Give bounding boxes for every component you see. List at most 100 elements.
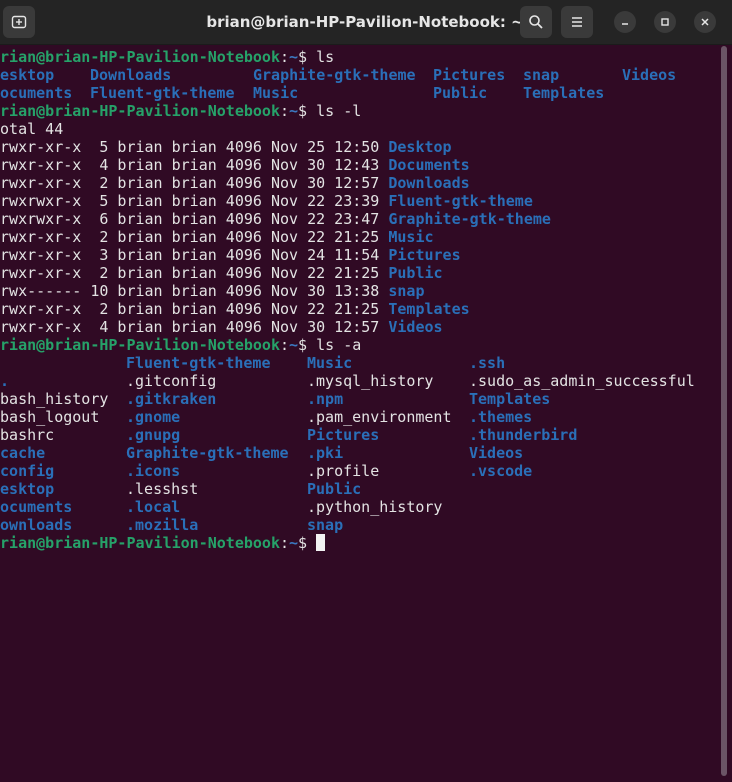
- file-entry: .gnome: [126, 408, 181, 426]
- menu-icon: [572, 17, 582, 27]
- file-entry: Fluent-gtk-theme: [90, 84, 235, 102]
- file-entry: .npm: [307, 390, 344, 408]
- command-text: ls: [316, 48, 335, 66]
- file-entry: Templates: [469, 390, 551, 408]
- maximize-icon: [661, 18, 669, 26]
- file-entry: .config: [0, 462, 55, 480]
- file-entry: .mysql_history: [307, 372, 434, 390]
- prompt-user: brian@brian-HP-Pavilion-Notebook: [0, 102, 280, 120]
- command-text: ls -a: [316, 336, 362, 354]
- new-tab-button[interactable]: [3, 6, 35, 38]
- file-entry: snap: [523, 66, 560, 84]
- prompt-path: ~: [289, 534, 299, 552]
- prompt-path: ~: [289, 336, 299, 354]
- file-entry: .lesshst: [126, 480, 199, 498]
- file-entry: Documents: [0, 498, 73, 516]
- file-entry: Fluent-gtk-theme: [126, 354, 271, 372]
- long-listing-row: drwxr-xr-x 5 brian brian 4096 Nov 25 12:…: [0, 138, 452, 156]
- prompt-path: ~: [289, 48, 299, 66]
- ls-total: total 44: [0, 120, 63, 138]
- listing-meta: drwxr-xr-x 2 brian brian 4096 Nov 22 21:…: [0, 300, 389, 318]
- long-listing-row: drwxr-xr-x 2 brian brian 4096 Nov 22 21:…: [0, 264, 443, 282]
- prompt-symbol: $: [298, 534, 317, 552]
- command-line-ls: brian@brian-HP-Pavilion-Notebook:~$ ls: [0, 48, 334, 66]
- file-entry: .bash_history: [0, 390, 109, 408]
- prompt-user: brian@brian-HP-Pavilion-Notebook: [0, 534, 280, 552]
- file-entry: Graphite-gtk-theme: [126, 444, 289, 462]
- minimize-button[interactable]: [614, 11, 636, 33]
- file-entry: .gnupg: [126, 426, 181, 444]
- prompt-separator: :: [279, 102, 290, 120]
- file-entry: Downloads: [90, 66, 172, 84]
- file-entry: Templates: [523, 84, 605, 102]
- terminal-window: brian@brian-HP-Pavilion-Notebook: ~ bria…: [0, 0, 732, 782]
- file-entry: Pictures: [433, 66, 506, 84]
- long-listing-row: drwxr-xr-x 4 brian brian 4096 Nov 30 12:…: [0, 156, 470, 174]
- maximize-button[interactable]: [654, 11, 676, 33]
- file-entry: .bash_logout: [0, 408, 100, 426]
- file-entry: .sudo_as_admin_successful: [469, 372, 695, 390]
- file-entry: .gitconfig: [126, 372, 217, 390]
- long-listing-row: drwxrwxr-x 5 brian brian 4096 Nov 22 23:…: [0, 192, 533, 210]
- file-entry: .ssh: [469, 354, 506, 372]
- file-entry: Music: [253, 84, 299, 102]
- menu-button[interactable]: [561, 6, 593, 38]
- file-entry: .vscode: [469, 462, 533, 480]
- prompt-separator: :: [279, 48, 290, 66]
- close-button[interactable]: [694, 11, 716, 33]
- file-entry: .mozilla: [126, 516, 199, 534]
- listing-name: Music: [388, 228, 434, 246]
- total-text: total 44: [0, 120, 64, 138]
- listing-name: Public: [388, 264, 443, 282]
- listing-meta: drwxr-xr-x 3 brian brian 4096 Nov 24 11:…: [0, 246, 389, 264]
- file-entry: .themes: [469, 408, 533, 426]
- listing-meta: drwxr-xr-x 2 brian brian 4096 Nov 22 21:…: [0, 264, 389, 282]
- file-entry: Public: [307, 480, 362, 498]
- prompt-user: brian@brian-HP-Pavilion-Notebook: [0, 336, 280, 354]
- long-listing-row: drwxr-xr-x 3 brian brian 4096 Nov 24 11:…: [0, 246, 461, 264]
- listing-name: snap: [388, 282, 425, 300]
- new-tab-icon: [11, 15, 27, 29]
- prompt-symbol: $: [298, 336, 317, 354]
- command-line-ls-a: brian@brian-HP-Pavilion-Notebook:~$ ls -…: [0, 336, 361, 354]
- prompt-separator: :: [279, 534, 290, 552]
- long-listing-row: drwxrwxr-x 6 brian brian 4096 Nov 22 23:…: [0, 210, 551, 228]
- close-icon: [701, 18, 709, 26]
- text-cursor: [316, 534, 326, 551]
- listing-name: Templates: [388, 300, 470, 318]
- file-entry: .bashrc: [0, 426, 55, 444]
- listing-name: Desktop: [388, 138, 452, 156]
- command-line-current: brian@brian-HP-Pavilion-Notebook:~$: [0, 534, 326, 552]
- file-entry: .gitkraken: [126, 390, 217, 408]
- file-entry: Videos: [622, 66, 677, 84]
- listing-name: Fluent-gtk-theme: [388, 192, 533, 210]
- scrollbar[interactable]: [721, 46, 727, 776]
- prompt-path: ~: [289, 102, 299, 120]
- file-entry: Documents: [0, 84, 73, 102]
- long-listing-row: drwxr-xr-x 2 brian brian 4096 Nov 30 12:…: [0, 174, 470, 192]
- listing-meta: drwx------ 10 brian brian 4096 Nov 30 13…: [0, 282, 389, 300]
- window-title: brian@brian-HP-Pavilion-Notebook: ~: [206, 13, 524, 31]
- listing-meta: drwxrwxr-x 5 brian brian 4096 Nov 22 23:…: [0, 192, 389, 210]
- file-entry: Desktop: [0, 66, 55, 84]
- file-entry: ..: [0, 372, 10, 390]
- file-entry: .thunderbird: [469, 426, 578, 444]
- file-entry: .python_history: [307, 498, 443, 516]
- prompt-symbol: $: [298, 48, 317, 66]
- file-entry: Graphite-gtk-theme: [253, 66, 416, 84]
- listing-meta: drwxr-xr-x 5 brian brian 4096 Nov 25 12:…: [0, 138, 389, 156]
- long-listing-row: drwxr-xr-x 4 brian brian 4096 Nov 30 12:…: [0, 318, 443, 336]
- listing-name: Videos: [388, 318, 443, 336]
- long-listing-row: drwx------ 10 brian brian 4096 Nov 30 13…: [0, 282, 424, 300]
- file-entry: Desktop: [0, 480, 55, 498]
- file-entry: .icons: [126, 462, 181, 480]
- file-entry: .cache: [0, 444, 46, 462]
- long-listing-row: drwxr-xr-x 2 brian brian 4096 Nov 22 21:…: [0, 300, 470, 318]
- file-entry: snap: [307, 516, 344, 534]
- file-entry: .local: [126, 498, 181, 516]
- file-entry: Videos: [469, 444, 524, 462]
- listing-name: Documents: [388, 156, 470, 174]
- search-button[interactable]: [520, 6, 552, 38]
- listing-meta: drwxr-xr-x 4 brian brian 4096 Nov 30 12:…: [0, 318, 389, 336]
- terminal-output[interactable]: brian@brian-HP-Pavilion-Notebook:~$ lsDe…: [0, 46, 720, 782]
